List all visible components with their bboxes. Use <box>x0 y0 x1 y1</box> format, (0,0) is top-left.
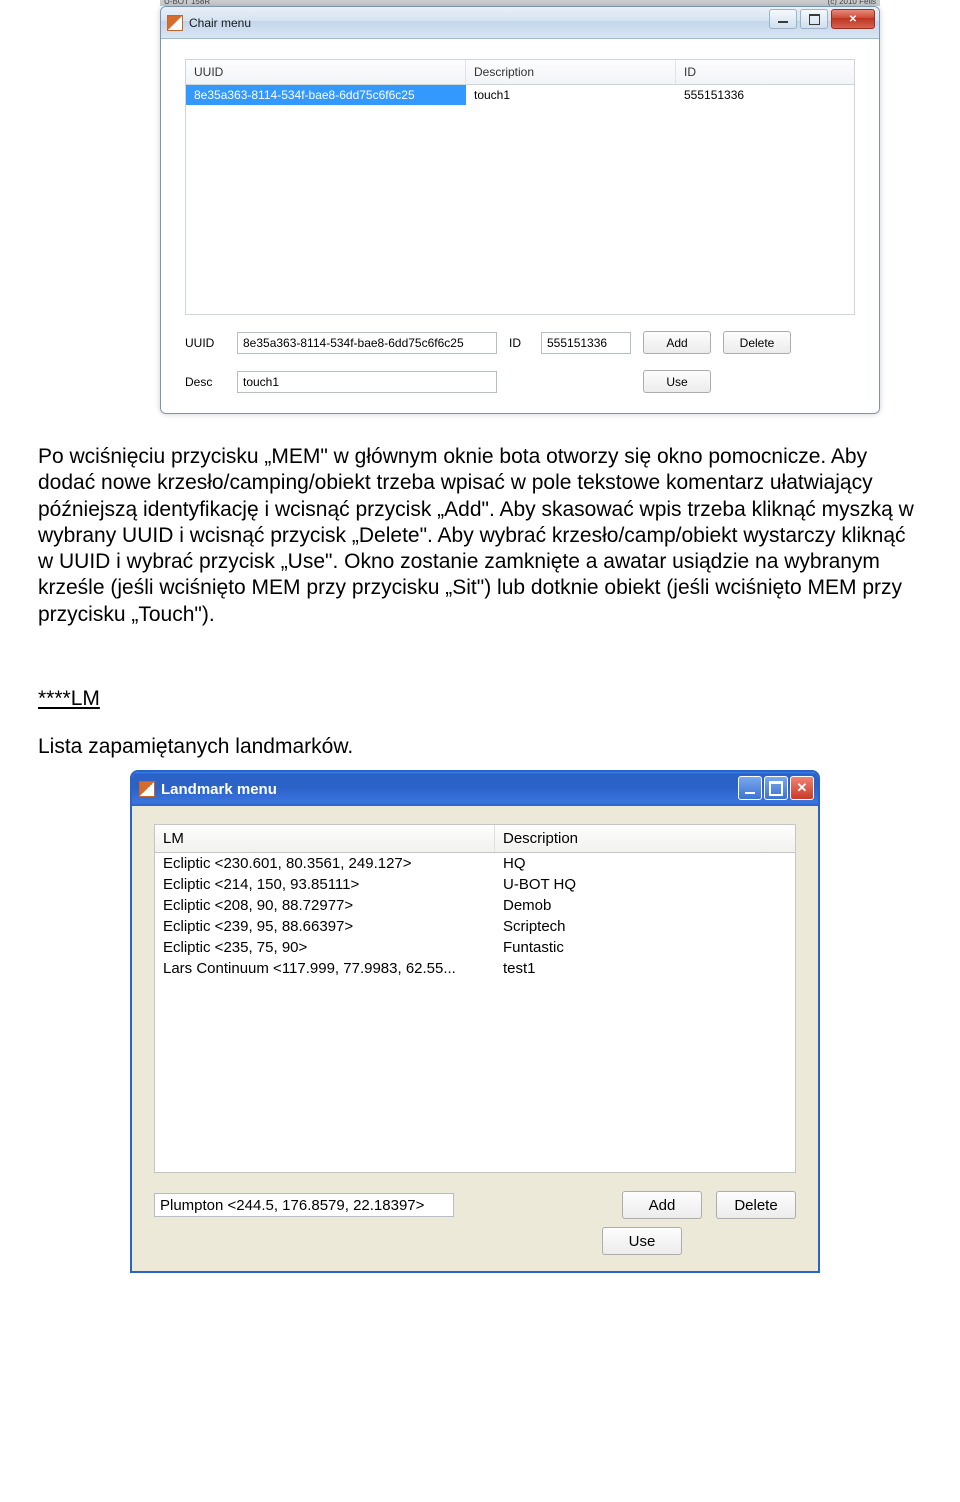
row-lm[interactable]: Ecliptic <214, 150, 93.85111> <box>155 874 495 895</box>
instruction-paragraph: Po wciśnięciu przycisku „MEM" w głównym … <box>0 434 960 658</box>
row-lm[interactable]: Ecliptic <235, 75, 90> <box>155 937 495 958</box>
minimize-button[interactable] <box>738 776 762 800</box>
id-input[interactable] <box>541 332 631 354</box>
landmark-list-body[interactable]: Ecliptic <230.601, 80.3561, 249.127>HQEc… <box>154 853 796 1173</box>
bg-left: U-BOT 158R <box>164 0 210 6</box>
landmark-list-row[interactable]: Ecliptic <230.601, 80.3561, 249.127>HQ <box>155 853 795 874</box>
use-button[interactable]: Use <box>643 370 711 393</box>
lm-intro: Lista zapamiętanych landmarków. <box>38 734 922 760</box>
id-label: ID <box>509 336 529 350</box>
close-button[interactable] <box>831 9 875 29</box>
chair-menu-title: Chair menu <box>189 16 251 30</box>
lm-heading: ****LM <box>38 686 922 712</box>
maximize-button[interactable] <box>800 9 828 29</box>
landmark-list-row[interactable]: Ecliptic <208, 90, 88.72977>Demob <box>155 895 795 916</box>
row-description[interactable]: touch1 <box>466 85 676 105</box>
desc-input[interactable] <box>237 371 497 393</box>
landmark-titlebar[interactable]: Landmark menu <box>132 772 818 806</box>
chair-list-body[interactable]: 8e35a363-8114-534f-bae8-6dd75c6f6c25 tou… <box>185 85 855 315</box>
uuid-input[interactable] <box>237 332 497 354</box>
row-description[interactable]: U-BOT HQ <box>495 874 795 895</box>
landmark-list-row[interactable]: Ecliptic <214, 150, 93.85111>U-BOT HQ <box>155 874 795 895</box>
col-uuid[interactable]: UUID <box>186 60 466 84</box>
row-description[interactable]: Scriptech <box>495 916 795 937</box>
landmark-list-header: LM Description <box>154 824 796 853</box>
chair-menu-titlebar[interactable]: Chair menu <box>161 7 879 39</box>
row-id[interactable]: 555151336 <box>676 85 854 105</box>
row-description[interactable]: Demob <box>495 895 795 916</box>
landmark-title: Landmark menu <box>161 781 277 798</box>
desc-label: Desc <box>185 375 225 389</box>
add-button[interactable]: Add <box>643 331 711 354</box>
row-description[interactable]: Funtastic <box>495 937 795 958</box>
chair-list-row[interactable]: 8e35a363-8114-534f-bae8-6dd75c6f6c25 tou… <box>186 85 854 105</box>
delete-button[interactable]: Delete <box>723 331 791 354</box>
row-description[interactable]: HQ <box>495 853 795 874</box>
chair-list-header: UUID Description ID <box>185 59 855 85</box>
uuid-label: UUID <box>185 336 225 350</box>
maximize-button[interactable] <box>764 776 788 800</box>
minimize-button[interactable] <box>769 9 797 29</box>
row-lm[interactable]: Ecliptic <239, 95, 88.66397> <box>155 916 495 937</box>
landmark-list-row[interactable]: Ecliptic <235, 75, 90>Funtastic <box>155 937 795 958</box>
col-lm[interactable]: LM <box>155 825 495 852</box>
row-lm[interactable]: Lars Continuum <117.999, 77.9983, 62.55.… <box>155 958 495 979</box>
row-lm[interactable]: Ecliptic <208, 90, 88.72977> <box>155 895 495 916</box>
app-icon <box>167 15 183 31</box>
landmark-list-row[interactable]: Ecliptic <239, 95, 88.66397>Scriptech <box>155 916 795 937</box>
row-uuid[interactable]: 8e35a363-8114-534f-bae8-6dd75c6f6c25 <box>186 85 466 105</box>
landmark-list-row[interactable]: Lars Continuum <117.999, 77.9983, 62.55.… <box>155 958 795 979</box>
delete-button[interactable]: Delete <box>716 1191 796 1219</box>
row-description[interactable]: test1 <box>495 958 795 979</box>
row-lm[interactable]: Ecliptic <230.601, 80.3561, 249.127> <box>155 853 495 874</box>
use-button[interactable]: Use <box>602 1227 682 1255</box>
app-icon <box>139 781 155 797</box>
bg-right: (c) 2010 Felis <box>828 0 876 6</box>
landmark-input[interactable] <box>154 1193 454 1217</box>
col-id[interactable]: ID <box>676 60 854 84</box>
col-description[interactable]: Description <box>466 60 676 84</box>
close-button[interactable] <box>790 776 814 800</box>
add-button[interactable]: Add <box>622 1191 702 1219</box>
col-description[interactable]: Description <box>495 825 795 852</box>
chair-menu-window: Chair menu UUID Description ID 8e35a363-… <box>160 6 880 414</box>
landmark-menu-window: Landmark menu LM Description Ecliptic <2… <box>130 770 820 1273</box>
